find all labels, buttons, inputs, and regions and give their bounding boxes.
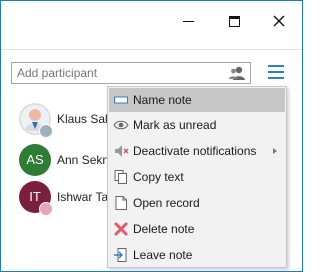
menu-item-label: Name note [133,93,192,107]
menu-item-name-note[interactable]: Name note [109,88,285,112]
menu-item-label: Leave note [133,248,193,262]
menu-item-delete-note[interactable]: Delete note [109,217,285,241]
menu-item-open-record[interactable]: Open record [109,191,285,215]
menu-item-label: Deactivate notifications [133,144,257,158]
menu-item-deactivate-notifications[interactable]: Deactivate notifications [109,139,285,163]
search-input[interactable] [12,63,227,83]
avatar-initials: IT [29,189,41,204]
menu-item-copy-text[interactable]: Copy text [109,165,285,189]
participant-ishwar[interactable]: IT Ishwar Tag [19,181,115,216]
maximize-icon[interactable] [227,13,243,29]
status-away-icon [39,124,53,138]
chat-window: Klaus Sald AS Ann Sekne IT Ishwar Tag Na… [0,0,303,272]
participant-ann[interactable]: AS Ann Sekne [19,144,116,176]
copy-icon [113,169,129,185]
menu-item-leave-note[interactable]: Leave note [109,243,285,267]
document-icon [113,195,129,211]
participant-name: Klaus Sald [57,112,115,126]
add-person-icon[interactable] [228,65,246,84]
submenu-arrow-icon [273,148,277,154]
menu-item-label: Open record [133,196,200,210]
eye-icon [113,117,129,133]
avatar-initials: AS [26,152,44,167]
menu-item-label: Delete note [133,222,195,236]
menu-item-label: Mark as unread [133,118,217,132]
avatar: AS [19,144,51,176]
leave-icon [113,247,129,263]
participant-klaus[interactable]: Klaus Sald [19,103,115,138]
close-icon[interactable] [271,13,287,29]
minimize-icon[interactable] [181,13,197,29]
rename-icon [113,92,129,108]
menu-item-mark-unread[interactable]: Mark as unread [109,113,285,137]
delete-icon [113,221,129,237]
mute-icon [113,143,129,159]
status-blocked-icon [39,202,53,216]
hamburger-icon[interactable] [267,63,285,81]
titlebar-divider [1,49,302,50]
context-menu: Name note Mark as unread Deactivate noti… [107,86,287,268]
menu-item-label: Copy text [133,170,184,184]
add-participant-field[interactable] [11,62,251,84]
